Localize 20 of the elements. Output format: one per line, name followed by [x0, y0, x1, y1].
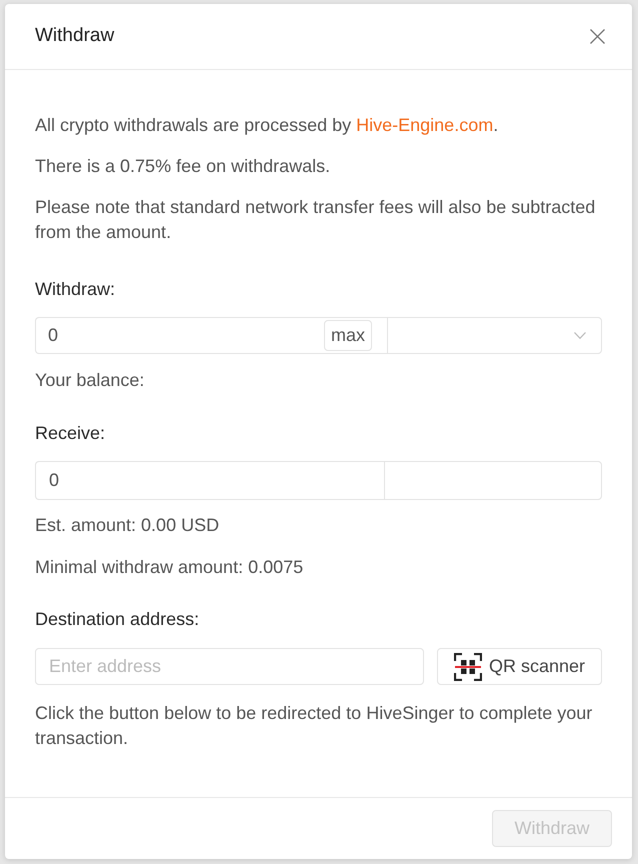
redirect-note: Click the button below to be redirected to HiveSinger to complete your transaction. [35, 702, 594, 750]
qr-scanner-icon [454, 652, 482, 680]
chevron-down-icon [574, 332, 586, 339]
minimal-amount-text: Minimal withdraw amount: 0.0075 [35, 556, 304, 579]
receive-currency-field[interactable] [384, 461, 602, 500]
receive-amount-input[interactable]: 0 [35, 461, 384, 500]
currency-select[interactable] [387, 317, 602, 354]
qr-scanner-button[interactable]: QR scanner [437, 648, 602, 685]
balance-label: Your balance: [35, 369, 146, 392]
address-input[interactable]: Enter address [35, 648, 424, 685]
max-button[interactable]: max [324, 320, 372, 351]
info-text: All crypto withdrawals are processed by Hive-Engine.com. [35, 114, 500, 137]
withdraw-label: Withdraw: [35, 278, 116, 301]
destination-label: Destination address: [35, 608, 200, 631]
close-icon[interactable] [590, 29, 605, 44]
info-text: Please note that standard network transfer fees will also be subtracted from the amount. [35, 196, 596, 244]
dialog-title: Withdraw [35, 24, 114, 48]
info-text: There is a 0.75% fee on withdrawals. [35, 155, 332, 178]
estimated-amount-text: Est. amount: 0.00 USD [35, 514, 220, 537]
receive-label: Receive: [35, 422, 106, 445]
